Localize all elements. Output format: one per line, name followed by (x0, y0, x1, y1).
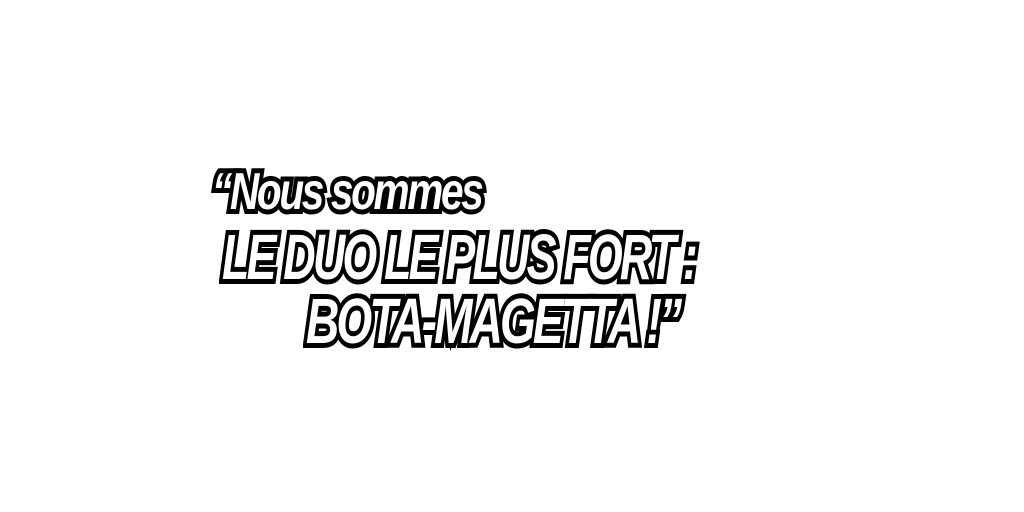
quote-line-1: “Nous sommes (208, 158, 488, 226)
quote-line-3: BOTA-MAGETTA !” (302, 280, 685, 362)
quote-line-2: LE DUO LE PLUS FORT : (219, 216, 702, 298)
quote-canvas: “Nous sommes LE DUO LE PLUS FORT : BOTA-… (0, 0, 1024, 512)
